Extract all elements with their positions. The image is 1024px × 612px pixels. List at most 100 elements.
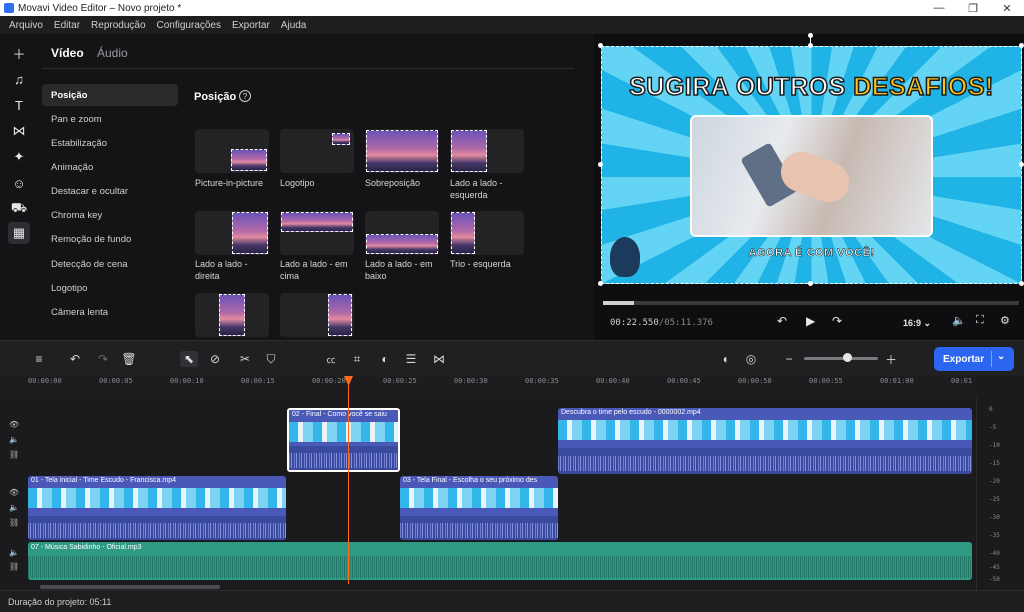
crop-icon[interactable]: ⌗ <box>348 351 366 367</box>
nav-pan-zoom[interactable]: Pan e zoom <box>42 108 178 130</box>
resize-handle[interactable] <box>1019 281 1024 286</box>
store-icon[interactable]: ⛟ <box>8 198 30 220</box>
preset-lado-baixo[interactable] <box>365 211 439 255</box>
audio-clip[interactable]: 07 - Música Sabidinho - Oficial.mp3 <box>28 542 972 580</box>
undo-icon[interactable]: ↶ <box>66 351 84 367</box>
playback-progress[interactable] <box>603 301 1019 305</box>
music-icon[interactable]: ♫ <box>8 68 30 90</box>
sliders-icon[interactable]: ☰ <box>402 351 420 367</box>
disable-icon[interactable]: ⊘ <box>206 351 224 367</box>
eye-icon[interactable]: 👁 <box>9 488 19 497</box>
zoom-slider[interactable] <box>804 357 878 360</box>
preview-video-overlay[interactable] <box>690 115 933 237</box>
select-tool-icon[interactable]: ⬉ <box>180 351 198 367</box>
app-icon <box>4 3 14 13</box>
resize-handle[interactable] <box>1019 162 1024 167</box>
volume-icon[interactable]: 🔈 <box>952 314 966 327</box>
minimize-button[interactable]: — <box>922 0 956 16</box>
stickers-icon[interactable]: ☺ <box>8 172 30 194</box>
more-tools-icon[interactable]: ▦ <box>8 222 30 244</box>
resize-handle[interactable] <box>808 281 813 286</box>
video-clip[interactable]: Descubra o time pelo escudo - 0000002.mp… <box>558 408 972 474</box>
nav-destacar-ocultar[interactable]: Destacar e ocultar <box>42 180 178 202</box>
settings-icon[interactable]: ⚙ <box>1000 314 1010 327</box>
timeline-scrollbar[interactable] <box>40 585 220 589</box>
nav-animacao[interactable]: Animação <box>42 156 178 178</box>
track-settings-icon[interactable]: ≡ <box>30 351 48 367</box>
preset-logotipo[interactable] <box>280 129 354 173</box>
zoom-in-icon[interactable]: ＋ <box>882 351 900 367</box>
playhead[interactable] <box>348 378 349 584</box>
video-clip[interactable]: 01 - Tela inicial - Time Escudo - Franci… <box>28 476 286 540</box>
nav-chroma-key[interactable]: Chroma key <box>42 204 178 226</box>
preset-lado-cima[interactable] <box>280 211 354 255</box>
eye-icon[interactable]: 👁 <box>9 420 19 429</box>
menu-reproducao[interactable]: Reprodução <box>91 20 145 31</box>
timeline-ruler[interactable]: 00:00:00 00:00:05 00:00:10 00:00:15 00:0… <box>0 376 976 398</box>
audio-detach-icon[interactable]: ◖ <box>716 351 734 367</box>
preset-vertical-2[interactable] <box>280 293 354 337</box>
menu-arquivo[interactable]: Arquivo <box>9 20 43 31</box>
preset-sobreposicao[interactable] <box>365 129 439 173</box>
zoom-out-icon[interactable]: − <box>780 351 798 367</box>
resize-handle[interactable] <box>598 43 603 48</box>
transition-icon[interactable]: ⋈ <box>430 351 448 367</box>
resize-handle[interactable] <box>598 281 603 286</box>
video-clip[interactable]: 02 - Final - Como você se saiu <box>287 408 400 472</box>
transitions-icon[interactable]: ⋈ <box>8 120 30 142</box>
cut-icon[interactable]: ✂ <box>236 351 254 367</box>
add-media-icon[interactable]: ＋ <box>8 42 30 64</box>
preset-lado-esquerda[interactable] <box>450 129 524 173</box>
nav-logotipo[interactable]: Logotipo <box>42 277 178 299</box>
close-button[interactable]: ✕ <box>990 0 1024 16</box>
preview-canvas[interactable]: SUGIRA OUTROS DESAFIOS! AGORA É COM VOCÊ… <box>601 46 1022 284</box>
nav-deteccao-cena[interactable]: Detecção de cena <box>42 253 178 275</box>
speaker-icon[interactable]: 🔈 <box>9 548 19 557</box>
delete-icon[interactable]: 🗑 <box>120 351 138 367</box>
nav-remocao-fundo[interactable]: Remoção de fundo <box>42 228 178 250</box>
tab-video[interactable]: Vídeo <box>51 46 84 60</box>
fullscreen-icon[interactable]: ⛶ <box>976 314 984 327</box>
preset-vertical-1[interactable] <box>195 293 269 337</box>
video-clip[interactable]: 03 - Tela Final - Escolha o seu próximo … <box>400 476 558 540</box>
shield-icon[interactable]: ⛉ <box>262 351 280 367</box>
nav-posicao[interactable]: Posição <box>42 84 178 106</box>
aspect-ratio-select[interactable]: 16:9 ⌄ <box>903 318 931 329</box>
undo-step-icon[interactable]: ↶ <box>777 314 787 328</box>
speaker-icon[interactable]: 🔈 <box>9 503 19 512</box>
menu-exportar[interactable]: Exportar <box>232 20 270 31</box>
redo-step-icon[interactable]: ↷ <box>832 314 842 328</box>
maximize-button[interactable]: ❐ <box>956 0 990 16</box>
rotate-handle[interactable] <box>808 33 813 38</box>
preset-trio-esquerda[interactable] <box>450 211 524 255</box>
nav-camera-lenta[interactable]: Câmera lenta <box>42 301 178 323</box>
menu-editar[interactable]: Editar <box>54 20 80 31</box>
captions-icon[interactable]: ㏄ <box>322 351 340 367</box>
meter-label: -30 <box>989 514 1000 521</box>
resize-handle[interactable] <box>1019 43 1024 48</box>
menu-ajuda[interactable]: Ajuda <box>281 20 307 31</box>
link-icon[interactable]: ⛓ <box>9 518 19 527</box>
play-icon[interactable]: ▶ <box>806 314 815 328</box>
speaker-icon[interactable]: 🔈 <box>9 435 19 444</box>
preset-thumb <box>231 149 267 171</box>
motion-tracking-icon[interactable]: ◎ <box>742 351 760 367</box>
preset-lado-direita[interactable] <box>195 211 269 255</box>
effects-icon[interactable]: ✦ <box>8 146 30 168</box>
menu-configuracoes[interactable]: Configurações <box>157 20 221 31</box>
tab-audio[interactable]: Áudio <box>97 46 128 60</box>
export-button[interactable]: Exportar ⌄ <box>934 347 1014 371</box>
color-adjust-icon[interactable]: ◐ <box>376 351 394 367</box>
zoom-slider-knob[interactable] <box>843 353 852 362</box>
resize-handle[interactable] <box>598 162 603 167</box>
text-icon[interactable]: T <box>8 94 30 116</box>
help-icon[interactable]: ? <box>239 90 251 102</box>
meter-label: -5 <box>989 424 997 431</box>
link-icon[interactable]: ⛓ <box>9 450 19 459</box>
preset-picture-in-picture[interactable] <box>195 129 269 173</box>
nav-estabilizacao[interactable]: Estabilização <box>42 132 178 154</box>
redo-icon[interactable]: ↷ <box>94 351 112 367</box>
link-icon[interactable]: ⛓ <box>9 562 19 571</box>
chevron-down-icon[interactable]: ⌄ <box>997 351 1005 362</box>
clip-waveform <box>289 446 398 470</box>
